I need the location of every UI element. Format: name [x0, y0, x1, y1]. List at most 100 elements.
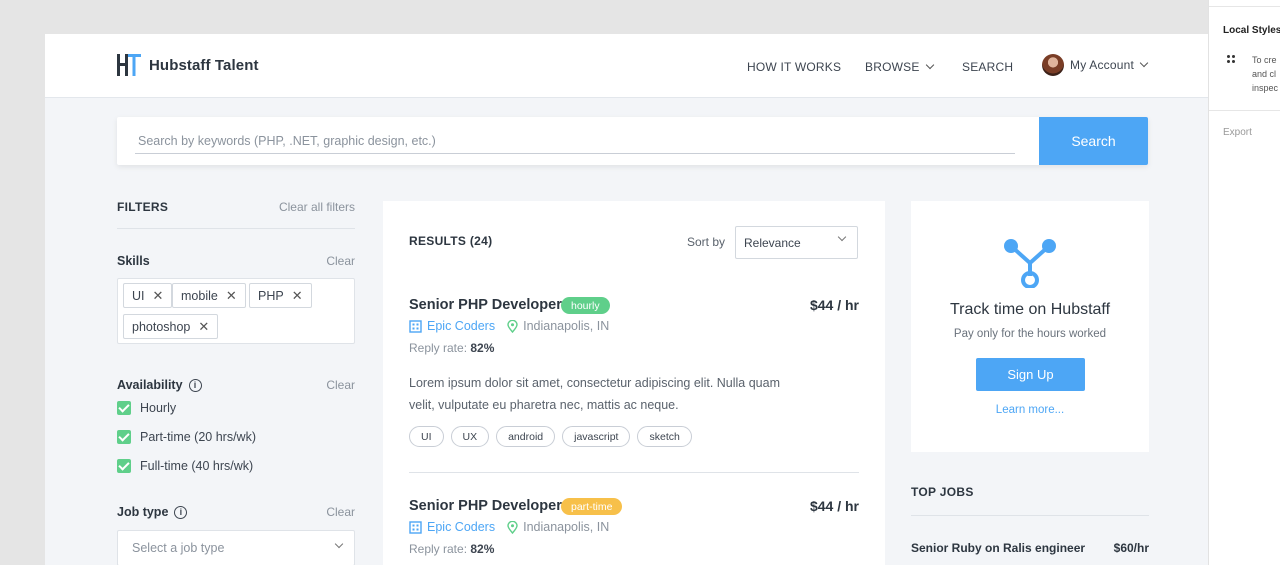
job-rate: $44 / hr	[809, 498, 859, 514]
skill-chip-label: photoshop	[132, 319, 191, 334]
panel-divider	[1209, 110, 1280, 111]
job-card[interactable]: Senior PHP Developer part-time $44 / hr …	[409, 498, 859, 565]
panel-hint: To cre and cl inspec	[1252, 55, 1279, 93]
skill-chip: UI ✕	[123, 283, 173, 308]
promo-title: Track time on Hubstaff	[949, 301, 1111, 318]
skill-tag[interactable]: sketch	[637, 426, 692, 447]
filters-panel: FILTERS Clear all filters Skills Clear U…	[117, 199, 355, 565]
reply-rate-label: Reply rate:	[409, 341, 468, 355]
nav-how-it-works[interactable]: HOW IT WORKS	[747, 60, 841, 74]
app-frame: Hubstaff Talent HOW IT WORKS BROWSE SEAR…	[45, 34, 1208, 565]
availability-label: Availability i	[117, 378, 202, 392]
checkbox-checked[interactable]	[117, 401, 131, 415]
top-jobs-divider	[911, 515, 1149, 516]
availability-header: Availability i Clear	[117, 378, 355, 392]
panel-title: Local Styles	[1223, 25, 1280, 36]
availability-option-part-time[interactable]: Part-time (20 hrs/wk)	[117, 430, 256, 444]
skill-chip-label: mobile	[181, 288, 218, 303]
job-card[interactable]: Senior PHP Developer hourly $44 / hr Epi…	[409, 297, 859, 457]
avatar	[1042, 54, 1064, 76]
location-pin-icon	[507, 319, 518, 333]
skill-tag[interactable]: javascript	[562, 426, 631, 447]
job-description: Lorem ipsum dolor sit amet, consectetur …	[409, 376, 781, 412]
learn-more-link[interactable]: Learn more...	[911, 404, 1149, 416]
styles-grid-icon	[1227, 55, 1235, 63]
job-type-header: Job type i Clear	[117, 505, 355, 519]
skill-tag[interactable]: UX	[450, 426, 490, 447]
skill-chip: mobile ✕	[172, 283, 246, 308]
company-name: Epic Coders	[427, 319, 496, 333]
job-divider	[409, 472, 859, 473]
top-job-rate: $60/hr	[1113, 541, 1149, 555]
skill-chip: PHP ✕	[249, 283, 312, 308]
filters-divider	[117, 228, 355, 229]
job-meta: Epic Coders Indianapolis, IN	[409, 520, 609, 534]
checkbox-checked[interactable]	[117, 430, 131, 444]
reply-rate-label: Reply rate:	[409, 542, 468, 556]
availability-clear-link[interactable]: Clear	[326, 378, 355, 392]
chevron-down-icon	[837, 232, 847, 242]
availability-option-full-time[interactable]: Full-time (40 hrs/wk)	[117, 459, 253, 473]
filters-title: FILTERS	[117, 200, 169, 214]
hubstaff-tracker-icon	[1004, 239, 1056, 288]
availability-option-label: Part-time (20 hrs/wk)	[140, 430, 256, 444]
skill-chip: photoshop ✕	[123, 314, 219, 339]
skill-tag[interactable]: android	[496, 426, 556, 447]
job-title[interactable]: Senior PHP Developer	[409, 498, 562, 514]
availability-option-hourly[interactable]: Hourly	[117, 401, 176, 415]
job-type-label-text: Job type	[117, 505, 169, 519]
nav-account-label: My Account	[1070, 58, 1135, 72]
top-jobs-title: TOP JOBS	[911, 485, 974, 499]
chevron-down-icon	[925, 60, 934, 70]
logo-text: Hubstaff Talent	[149, 56, 259, 74]
top-job-item[interactable]: Senior Ruby on Ralis engineer $60/hr	[911, 541, 1149, 555]
job-type-badge: part-time	[561, 498, 623, 515]
sign-up-button[interactable]: Sign Up	[976, 358, 1085, 391]
close-icon[interactable]: ✕	[226, 288, 237, 304]
sort-value: Relevance	[744, 235, 801, 250]
chevron-down-icon	[1139, 58, 1149, 68]
info-icon[interactable]: i	[188, 378, 202, 392]
company-link[interactable]: Epic Coders	[409, 520, 495, 534]
job-title[interactable]: Senior PHP Developer	[409, 297, 562, 313]
reply-rate-value: 82%	[470, 341, 495, 355]
filters-header: FILTERS Clear all filters	[117, 199, 355, 215]
top-job-title: Senior Ruby on Ralis engineer	[911, 541, 1086, 555]
top-jobs-section: TOP JOBS Senior Ruby on Ralis engineer $…	[911, 485, 1149, 555]
sort-select[interactable]: Relevance	[735, 226, 858, 259]
job-type-clear-link[interactable]: Clear	[326, 505, 355, 519]
skills-clear-link[interactable]: Clear	[326, 254, 355, 268]
skill-tag[interactable]: UI	[409, 426, 444, 447]
promo-subtitle: Pay only for the hours worked	[953, 328, 1107, 340]
nav-search[interactable]: SEARCH	[962, 60, 1013, 74]
top-header: Hubstaff Talent HOW IT WORKS BROWSE SEAR…	[45, 34, 1208, 98]
location-text: Indianapolis, IN	[523, 319, 610, 333]
clear-all-filters-link[interactable]: Clear all filters	[279, 200, 355, 214]
company-name: Epic Coders	[427, 520, 496, 534]
skills-header: Skills Clear	[117, 254, 355, 268]
checkbox-checked[interactable]	[117, 459, 131, 473]
nav-browse[interactable]: BROWSE	[865, 60, 934, 74]
results-panel: RESULTS (24) Sort by Relevance Senior PH…	[383, 201, 885, 565]
hubstaff-logo-icon	[117, 54, 141, 76]
job-type-label: Job type i	[117, 505, 188, 519]
search-input[interactable]	[135, 128, 1015, 154]
close-icon[interactable]: ✕	[198, 319, 209, 335]
job-type-select[interactable]: Select a job type	[117, 530, 355, 565]
availability-option-label: Hourly	[140, 401, 177, 415]
info-icon[interactable]: i	[174, 505, 188, 519]
company-link[interactable]: Epic Coders	[409, 319, 495, 333]
skill-chip-label: UI	[132, 288, 145, 303]
panel-divider	[1209, 6, 1280, 7]
logo[interactable]: Hubstaff Talent	[117, 54, 259, 76]
job-type-placeholder: Select a job type	[132, 541, 225, 555]
reply-rate: Reply rate: 82%	[409, 341, 494, 355]
export-section-label[interactable]: Export	[1223, 127, 1252, 138]
reply-rate: Reply rate: 82%	[409, 542, 494, 556]
skills-label: Skills	[117, 254, 150, 268]
skills-input[interactable]: UI ✕ mobile ✕ PHP ✕ photoshop ✕	[117, 278, 355, 344]
close-icon[interactable]: ✕	[153, 288, 164, 304]
search-button[interactable]: Search	[1039, 117, 1148, 165]
close-icon[interactable]: ✕	[292, 288, 303, 304]
nav-my-account[interactable]: My Account	[1042, 54, 1149, 76]
